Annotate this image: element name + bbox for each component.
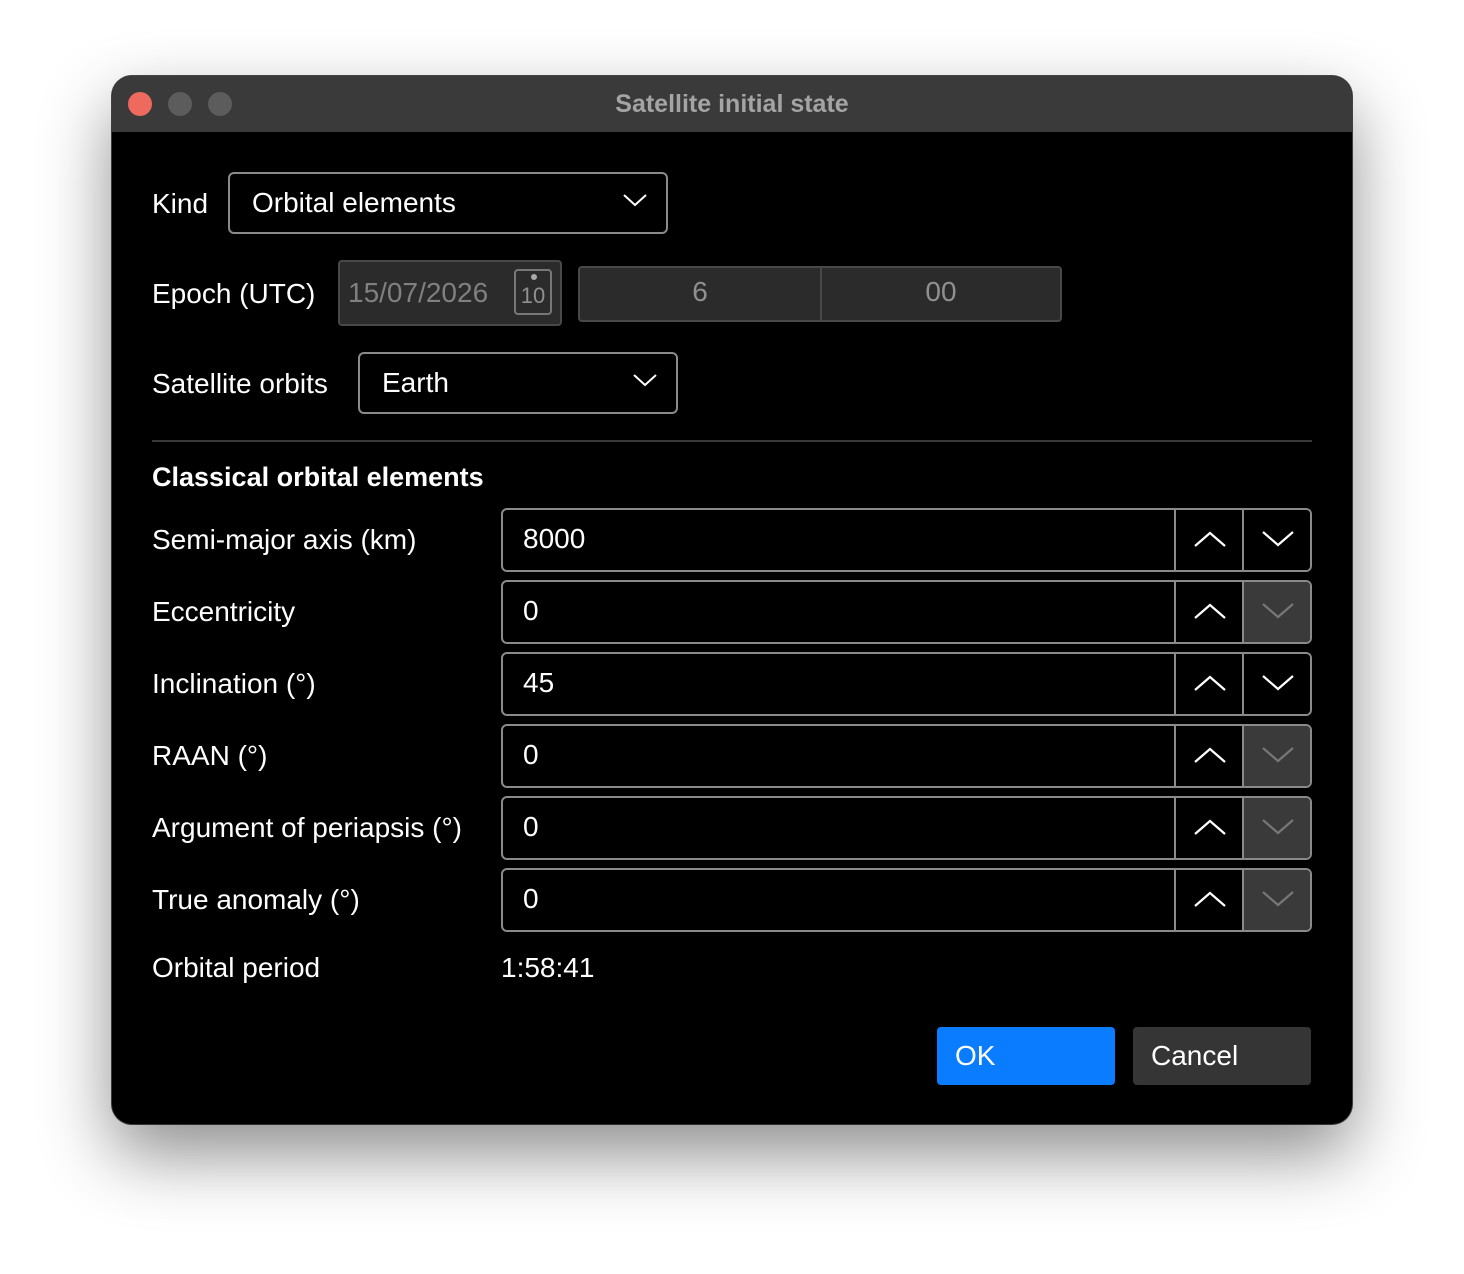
chevron-up-icon <box>1194 819 1226 835</box>
chevron-down-icon <box>1262 819 1294 835</box>
true-anomaly-input[interactable]: 0 <box>523 870 539 928</box>
raan-spinbox: 0 <box>501 724 1312 788</box>
dialog-window: Satellite initial state Kind Orbital ele… <box>112 76 1352 1124</box>
eccentricity-increment-button[interactable] <box>1174 582 1242 642</box>
epoch-minute-field[interactable]: 00 <box>822 268 1060 320</box>
inclination-spinbox: 45 <box>501 652 1312 716</box>
inclination-decrement-button[interactable] <box>1242 654 1310 714</box>
chevron-down-icon <box>623 194 647 207</box>
eccentricity-spinbox: 0 <box>501 580 1312 644</box>
inclination-label: Inclination (°) <box>152 668 316 699</box>
chevron-down-icon <box>1262 675 1294 691</box>
true-anomaly-decrement-button[interactable] <box>1242 870 1310 930</box>
eccentricity-label: Eccentricity <box>152 596 296 627</box>
kind-label: Kind <box>152 188 209 219</box>
chevron-down-icon <box>1262 891 1294 907</box>
epoch-date-field[interactable]: 15/07/2026 10 <box>338 260 562 326</box>
calendar-icon[interactable]: 10 <box>514 269 552 315</box>
argument-of-periapsis-spinbox: 0 <box>501 796 1312 860</box>
inclination-increment-button[interactable] <box>1174 654 1242 714</box>
window-title: Satellite initial state <box>615 90 849 118</box>
section-divider <box>152 440 1312 442</box>
semi-major-axis-decrement-button[interactable] <box>1242 510 1310 570</box>
chevron-down-icon <box>633 374 657 387</box>
semi-major-axis-spinbox: 8000 <box>501 508 1312 572</box>
raan-decrement-button[interactable] <box>1242 726 1310 786</box>
orbits-select[interactable]: Earth <box>358 352 678 414</box>
true-anomaly-increment-button[interactable] <box>1174 870 1242 930</box>
true-anomaly-label: True anomaly (°) <box>152 884 360 915</box>
chevron-down-icon <box>1262 747 1294 763</box>
title-bar: Satellite initial state <box>112 76 1352 132</box>
raan-increment-button[interactable] <box>1174 726 1242 786</box>
argument-of-periapsis-increment-button[interactable] <box>1174 798 1242 858</box>
ok-button[interactable]: OK <box>937 1027 1115 1085</box>
orbits-select-value: Earth <box>382 367 449 398</box>
orbital-period-label: Orbital period <box>152 952 321 983</box>
orbits-label: Satellite orbits <box>152 368 328 399</box>
chevron-down-icon <box>1262 531 1294 547</box>
true-anomaly-spinbox: 0 <box>501 868 1312 932</box>
raan-input[interactable]: 0 <box>523 726 539 784</box>
kind-select[interactable]: Orbital elements <box>228 172 668 234</box>
semi-major-axis-increment-button[interactable] <box>1174 510 1242 570</box>
epoch-hour-field[interactable]: 6 <box>580 268 820 320</box>
chevron-up-icon <box>1194 675 1226 691</box>
eccentricity-input[interactable]: 0 <box>523 582 539 640</box>
inclination-input[interactable]: 45 <box>523 654 554 712</box>
chevron-up-icon <box>1194 747 1226 763</box>
argument-of-periapsis-label: Argument of periapsis (°) <box>152 812 462 843</box>
semi-major-axis-label: Semi-major axis (km) <box>152 524 417 555</box>
semi-major-axis-input[interactable]: 8000 <box>523 510 585 568</box>
kind-select-value: Orbital elements <box>252 187 456 218</box>
argument-of-periapsis-input[interactable]: 0 <box>523 798 539 856</box>
section-title: Classical orbital elements <box>152 462 484 492</box>
raan-label: RAAN (°) <box>152 740 268 771</box>
orbital-period-value: 1:58:41 <box>501 952 595 983</box>
cancel-button[interactable]: Cancel <box>1133 1027 1311 1085</box>
epoch-label: Epoch (UTC) <box>152 278 316 309</box>
epoch-date-value: 15/07/2026 <box>348 277 489 308</box>
chevron-up-icon <box>1194 603 1226 619</box>
calendar-day: 10 <box>520 283 546 308</box>
eccentricity-decrement-button[interactable] <box>1242 582 1310 642</box>
chevron-down-icon <box>1262 603 1294 619</box>
chevron-up-icon <box>1194 891 1226 907</box>
chevron-up-icon <box>1194 531 1226 547</box>
epoch-time-field: 6 00 <box>578 266 1062 322</box>
argument-of-periapsis-decrement-button[interactable] <box>1242 798 1310 858</box>
